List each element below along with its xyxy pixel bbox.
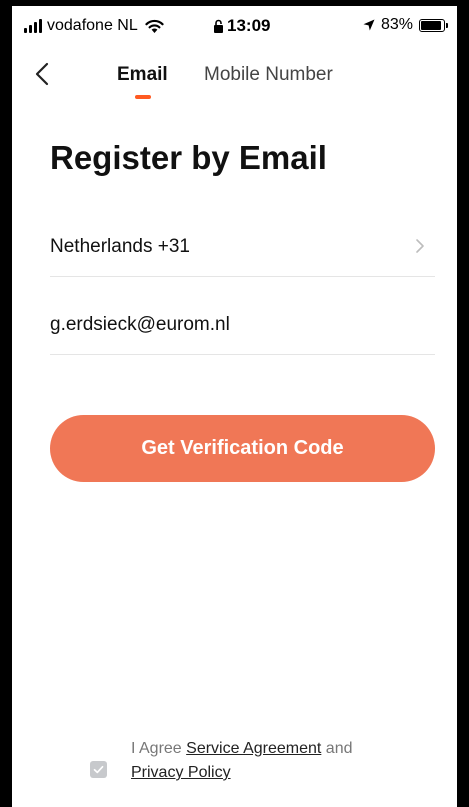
status-center: 13:09 — [213, 16, 270, 36]
chevron-right-icon — [416, 239, 424, 253]
status-left: vodafone NL — [24, 17, 164, 35]
battery-percent: 83% — [380, 16, 413, 33]
agreement-text: I Agree Service Agreement and Privacy Po… — [131, 737, 353, 785]
register-screen: vodafone NL 13:09 83% Email Mobile Numbe… — [12, 6, 457, 807]
active-tab-indicator — [135, 95, 151, 99]
get-verification-code-button[interactable]: Get Verification Code — [50, 415, 435, 482]
carrier-name: vodafone NL — [47, 17, 138, 34]
status-time: 13:09 — [227, 16, 271, 35]
country-selector[interactable]: Netherlands +31 — [50, 214, 435, 277]
email-input[interactable] — [50, 308, 435, 342]
privacy-policy-link[interactable]: Privacy Policy — [131, 764, 231, 781]
status-bar: vodafone NL 13:09 83% — [12, 6, 457, 46]
status-right: 83% — [363, 16, 448, 34]
agree-conjunction: and — [325, 740, 353, 757]
tab-mobile-number[interactable]: Mobile Number — [204, 64, 333, 86]
location-arrow-icon — [363, 19, 375, 31]
wifi-icon — [145, 19, 164, 33]
lock-rotation-icon — [214, 19, 223, 33]
tab-email[interactable]: Email — [117, 64, 168, 86]
agree-prefix: I Agree — [131, 740, 182, 757]
signal-icon — [24, 19, 42, 33]
checkmark-icon — [93, 765, 104, 774]
page-title: Register by Email — [50, 139, 327, 176]
battery-fill — [421, 20, 441, 30]
service-agreement-link[interactable]: Service Agreement — [186, 740, 321, 757]
tab-bar: Email Mobile Number — [12, 64, 457, 104]
email-row — [50, 292, 435, 355]
battery-icon — [419, 18, 448, 32]
agreement-checkbox[interactable] — [90, 761, 107, 778]
country-label: Netherlands +31 — [50, 236, 190, 257]
